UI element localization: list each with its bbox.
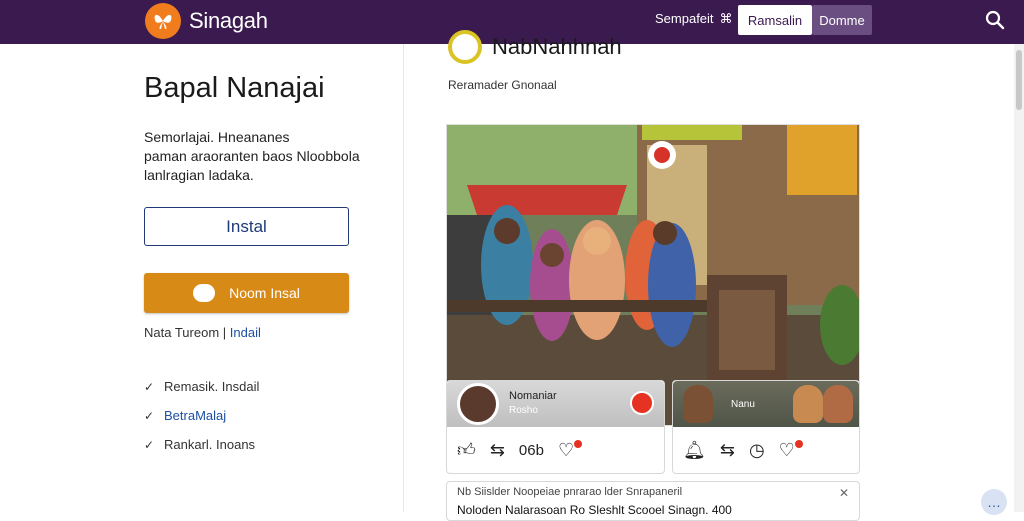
- brand[interactable]: Sinagah: [145, 3, 268, 39]
- thumbnail-face: [823, 385, 853, 423]
- butterfly-logo-icon: [145, 3, 181, 39]
- checklist-item: ✓ Remasik. Insdail: [144, 372, 259, 401]
- heart-icon[interactable]: ♡: [558, 439, 583, 461]
- chat-icon[interactable]: …: [981, 489, 1007, 515]
- feature-checklist: ✓ Remasik. Insdail ✓ BetraMalaj ✓ Rankar…: [144, 372, 259, 459]
- checklist-item: ✓ BetraMalaj: [144, 401, 259, 430]
- clock-icon[interactable]: ◷: [749, 440, 765, 461]
- check-icon: ✓: [144, 437, 155, 452]
- card-action-row: 👍︎ ⇆ 06b ♡: [447, 427, 664, 473]
- app-badge-icon: [193, 284, 216, 302]
- scrollbar[interactable]: [1014, 44, 1024, 512]
- description-line: Semorlajai. Hneananes: [144, 129, 290, 145]
- domme-button[interactable]: Domme: [812, 5, 872, 35]
- post-avatar[interactable]: [448, 30, 482, 64]
- brand-name: Sinagah: [189, 8, 268, 33]
- checklist-text: Remasik. Insdail: [164, 379, 260, 394]
- description-line: lanlragian ladaka.: [144, 167, 254, 183]
- secondary-line: Nata Tureom | Indail: [144, 325, 261, 340]
- card-user-sub: Rosho: [509, 405, 538, 416]
- post-cards: Nomaniar Rosho 👍︎ ⇆ 06b ♡ Nanu 🔔︎ ⇆ ◷ ♡: [446, 380, 860, 474]
- description: Semorlajai. Hneananes paman araoranten b…: [144, 128, 384, 185]
- post-card[interactable]: Nanu 🔔︎ ⇆ ◷ ♡: [672, 380, 860, 474]
- checklist-text: Rankarl. Inoans: [164, 437, 256, 452]
- secondary-link[interactable]: Indail: [230, 325, 261, 340]
- post-title: NabNahhnah: [492, 34, 622, 59]
- card-label: Nanu: [731, 399, 755, 410]
- card-user-name: Nomaniar: [509, 390, 557, 402]
- like-icon[interactable]: 👍︎: [457, 439, 476, 461]
- reaction-count: 06b: [518, 441, 544, 459]
- secondary-prefix: Nata Tureom: [144, 325, 220, 340]
- check-icon: ✓: [144, 379, 155, 394]
- thumbnail-face: [683, 385, 713, 423]
- orange-install-button[interactable]: Noom Insal: [144, 273, 349, 313]
- heart-icon[interactable]: ♡: [779, 439, 803, 461]
- notification-line: Nb Siislder Noopeiae pnrarao lder Snrapa…: [457, 486, 683, 498]
- notification-badge-icon[interactable]: [630, 391, 654, 415]
- install-button[interactable]: Instal: [144, 207, 349, 246]
- link-icon: ⌘: [719, 11, 733, 26]
- check-icon: ✓: [144, 408, 155, 423]
- page-title: Bapal Nanajai: [144, 72, 325, 104]
- post-subtitle: Reramader Gnonaal: [448, 78, 557, 92]
- close-icon[interactable]: ✕: [839, 486, 849, 500]
- post-header: NabNahhnah: [448, 30, 622, 64]
- post-card[interactable]: Nomaniar Rosho 👍︎ ⇆ 06b ♡: [446, 380, 665, 474]
- search-icon[interactable]: [984, 9, 1006, 31]
- nav-link[interactable]: Sempafeit ⌘: [655, 11, 733, 27]
- ramsalin-button[interactable]: Ramsalin: [738, 5, 812, 35]
- thumbnail-face: [793, 385, 823, 423]
- checklist-text[interactable]: BetraMalaj: [164, 408, 226, 423]
- orange-install-label: Noom Insal: [229, 285, 300, 301]
- share-icon[interactable]: ⇆: [720, 440, 735, 461]
- nav-link-label: Sempafeit: [655, 11, 714, 26]
- description-line: paman araoranten baos Nloobbola: [144, 148, 360, 164]
- notification-card[interactable]: Nb Siislder Noopeiae pnrarao lder Snrapa…: [446, 481, 860, 521]
- bell-icon[interactable]: 🔔︎: [683, 440, 706, 461]
- checklist-item: ✓ Rankarl. Inoans: [144, 430, 259, 459]
- share-icon[interactable]: ⇆: [490, 440, 505, 461]
- notification-line: Noloden Nalarasoan Ro Sleshlt Scooel Sin…: [457, 503, 732, 517]
- scrollbar-thumb[interactable]: [1016, 50, 1022, 110]
- card-action-row: 🔔︎ ⇆ ◷ ♡: [673, 427, 859, 473]
- divider: |: [222, 325, 227, 340]
- user-avatar[interactable]: [457, 383, 499, 425]
